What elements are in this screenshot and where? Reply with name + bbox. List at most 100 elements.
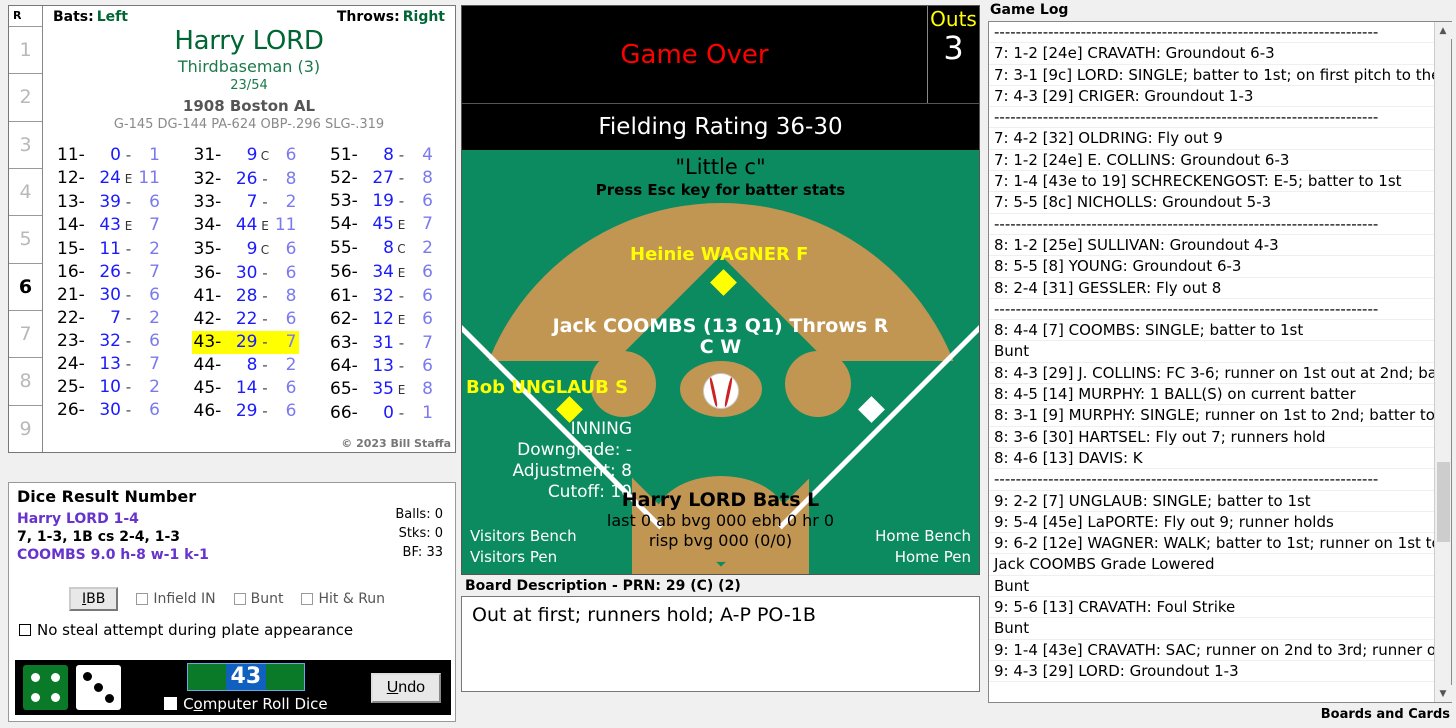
inning-cell-8[interactable]: 8	[9, 357, 42, 404]
result-modifier: -	[125, 378, 132, 396]
game-log-entry[interactable]: Jack COOMBS Grade Lowered	[989, 554, 1434, 576]
visitors-bench-link[interactable]: Visitors Bench	[470, 526, 577, 547]
board-description-text: Out at first; runners hold; A-P PO-1B	[472, 604, 816, 626]
game-log-entry[interactable]: 8: 4-6 [13] DAVIS: K	[989, 448, 1434, 470]
home-bench-group[interactable]: Home Bench Home Pen	[875, 526, 971, 568]
result-row: 45- 14-6	[192, 377, 299, 400]
game-log-entry[interactable]: Bunt	[989, 618, 1434, 640]
inning-cell-2[interactable]: 2	[9, 73, 42, 120]
game-log-entry[interactable]: 8: 4-3 [29] J. COLLINS: FC 3-6; runner o…	[989, 363, 1434, 385]
game-log-entry[interactable]: 8: 2-4 [31] GESSLER: Fly out 8	[989, 278, 1434, 299]
game-log-panel: Game Log -------------------------------…	[988, 2, 1452, 722]
inning-cell-7[interactable]: 7	[9, 309, 42, 357]
game-log-entry[interactable]: 9: 6-2 [12e] WAGNER: WALK; batter to 1st…	[989, 533, 1434, 555]
scrollbar-thumb[interactable]	[1437, 462, 1450, 542]
result-modifier: -	[125, 332, 132, 350]
game-log-entry[interactable]: Bunt	[989, 341, 1434, 363]
game-log-entry[interactable]: Bunt	[989, 576, 1434, 598]
result-row-highlighted: 43- 29-7	[191, 331, 299, 354]
infield-in-checkbox[interactable]	[136, 593, 149, 605]
result-roll-code: 61-	[330, 286, 358, 306]
result-roll-code: 65-	[330, 379, 358, 399]
game-log-entry[interactable]: 9: 5-6 [13] CRAVATH: Foul Strike	[989, 597, 1434, 619]
home-pen-link[interactable]: Home Pen	[875, 547, 971, 568]
game-log-entry[interactable]: 8: 5-5 [8] YOUNG: Groundout 6-3	[989, 256, 1434, 278]
result-modifier: E	[397, 218, 406, 232]
result-roll-code: 53-	[330, 191, 358, 211]
result-number: 10	[99, 377, 121, 397]
inning-cell-5[interactable]: 5	[9, 215, 42, 262]
die-pip	[50, 673, 60, 683]
result-roll-code: 12-	[57, 168, 85, 188]
inning-cell-4[interactable]: 4	[9, 167, 42, 215]
batter-name: Harry LORD Bats L	[621, 489, 820, 511]
no-steal-checkbox[interactable]	[19, 624, 31, 636]
game-log-entry[interactable]: 9: 4-3 [29] LORD: Groundout 1-3	[989, 661, 1434, 683]
die-pip	[31, 673, 41, 683]
game-log-list[interactable]: ----------------------------------------…	[989, 22, 1434, 702]
undo-button[interactable]: Undo	[370, 672, 441, 703]
game-log-entry[interactable]: 7: 5-5 [8c] NICHOLLS: Groundout 5-3	[989, 192, 1434, 214]
result-modifier: -	[125, 146, 132, 164]
result-number: 26	[235, 169, 258, 189]
inning-cell-3[interactable]: 3	[9, 120, 42, 168]
visitors-bench-group[interactable]: Visitors Bench Visitors Pen	[470, 526, 577, 568]
computer-roll-option[interactable]: Computer Roll Dice	[164, 695, 328, 713]
balls-count: Balls: 0	[395, 507, 443, 522]
game-log-entry[interactable]: 7: 4-3 [29] CRIGER: Groundout 1-3	[989, 86, 1434, 108]
result-roll-code: 25-	[57, 377, 85, 397]
result-number: 11	[99, 239, 121, 259]
infield-in-option[interactable]: Infield IN	[136, 591, 216, 607]
home-bench-link[interactable]: Home Bench	[875, 526, 971, 547]
ibb-button[interactable]: IBB	[69, 587, 119, 611]
game-log-separator: ----------------------------------------…	[989, 299, 1434, 321]
result-roll-code: 22-	[57, 308, 85, 328]
result-number: 0	[110, 145, 121, 165]
player-card-body: Bats: Left Throws: Right Harry LORD Thirdb…	[43, 6, 455, 452]
result-secondary: 6	[285, 378, 297, 398]
result-row: 46- 29-6	[192, 400, 299, 423]
visitors-pen-link[interactable]: Visitors Pen	[470, 547, 577, 568]
white-die[interactable]	[76, 665, 121, 710]
result-row: 34- 44 E 11	[192, 214, 299, 238]
game-log-scrollbar[interactable]: ▲ ▼	[1434, 22, 1452, 702]
inning-cell-9[interactable]: 9	[9, 404, 42, 452]
hit-and-run-checkbox[interactable]	[301, 593, 314, 605]
game-log-entry[interactable]: 9: 1-4 [43e] CRAVATH: SAC; runner on 2nd…	[989, 640, 1434, 661]
game-log-entry[interactable]: 7: 1-2 [24e] E. COLLINS: Groundout 6-3	[989, 150, 1434, 172]
game-log-entry[interactable]: 7: 3-1 [9c] LORD: SINGLE; batter to 1st;…	[989, 65, 1434, 86]
roll-value-box[interactable]: 43	[186, 662, 305, 691]
bunt-checkbox[interactable]	[233, 593, 246, 605]
scroll-up-icon[interactable]: ▲	[1434, 22, 1452, 39]
game-log-entry[interactable]: 8: 3-6 [30] HARTSEL: Fly out 7; runners …	[989, 427, 1434, 448]
game-log-box[interactable]: ----------------------------------------…	[988, 21, 1452, 703]
no-steal-option[interactable]: No steal attempt during plate appearance	[19, 621, 353, 639]
game-log-entry[interactable]: 8: 3-1 [9] MURPHY: SINGLE; runner on 1st…	[989, 405, 1434, 427]
first-base-dirt	[785, 351, 851, 417]
computer-roll-checkbox[interactable]	[164, 697, 178, 710]
result-modifier: E	[397, 266, 406, 280]
game-log-entry[interactable]: 7: 1-2 [24e] CRAVATH: Groundout 6-3	[989, 43, 1434, 65]
inning-cell-6-active[interactable]: 6	[9, 262, 42, 310]
game-log-entry[interactable]: 7: 1-4 [43e to 19] SCHRECKENGOST: E-5; b…	[989, 171, 1434, 193]
game-log-entry[interactable]: 7: 4-2 [32] OLDRING: Fly out 9	[989, 128, 1434, 150]
result-number: 27	[372, 168, 394, 188]
game-log-entry[interactable]: 9: 5-4 [45e] LaPORTE: Fly out 9; runner …	[989, 512, 1434, 534]
game-log-separator: ----------------------------------------…	[989, 22, 1434, 44]
field-subtitle: Press Esc key for batter stats	[595, 181, 846, 199]
game-log-entry[interactable]: 8: 1-2 [25e] SULLIVAN: Groundout 4-3	[989, 235, 1434, 257]
app-root: R 1 2 3 4 5 6 7 8 9 Bats: Left Throws: Rig…	[0, 0, 1456, 728]
baseball-field[interactable]: "Little c" Press Esc key for batter stat…	[461, 150, 980, 575]
scroll-down-icon[interactable]: ▼	[1434, 685, 1452, 702]
result-row: 44- 8-2	[192, 354, 299, 377]
bunt-option[interactable]: Bunt	[233, 591, 283, 607]
game-log-entry[interactable]: 8: 4-5 [14] MURPHY: 1 BALL(S) on current…	[989, 384, 1434, 406]
hit-and-run-option[interactable]: Hit & Run	[301, 591, 385, 607]
green-die[interactable]	[23, 665, 68, 710]
result-modifier: -	[398, 192, 405, 210]
game-log-separator: ----------------------------------------…	[989, 469, 1434, 491]
result-roll-code: 54-	[330, 214, 358, 234]
inning-cell-1[interactable]: 1	[9, 26, 42, 73]
game-log-entry[interactable]: 9: 2-2 [7] UNGLAUB: SINGLE; batter to 1s…	[989, 491, 1434, 512]
game-log-entry[interactable]: 8: 4-4 [7] COOMBS: SINGLE; batter to 1st	[989, 320, 1434, 342]
